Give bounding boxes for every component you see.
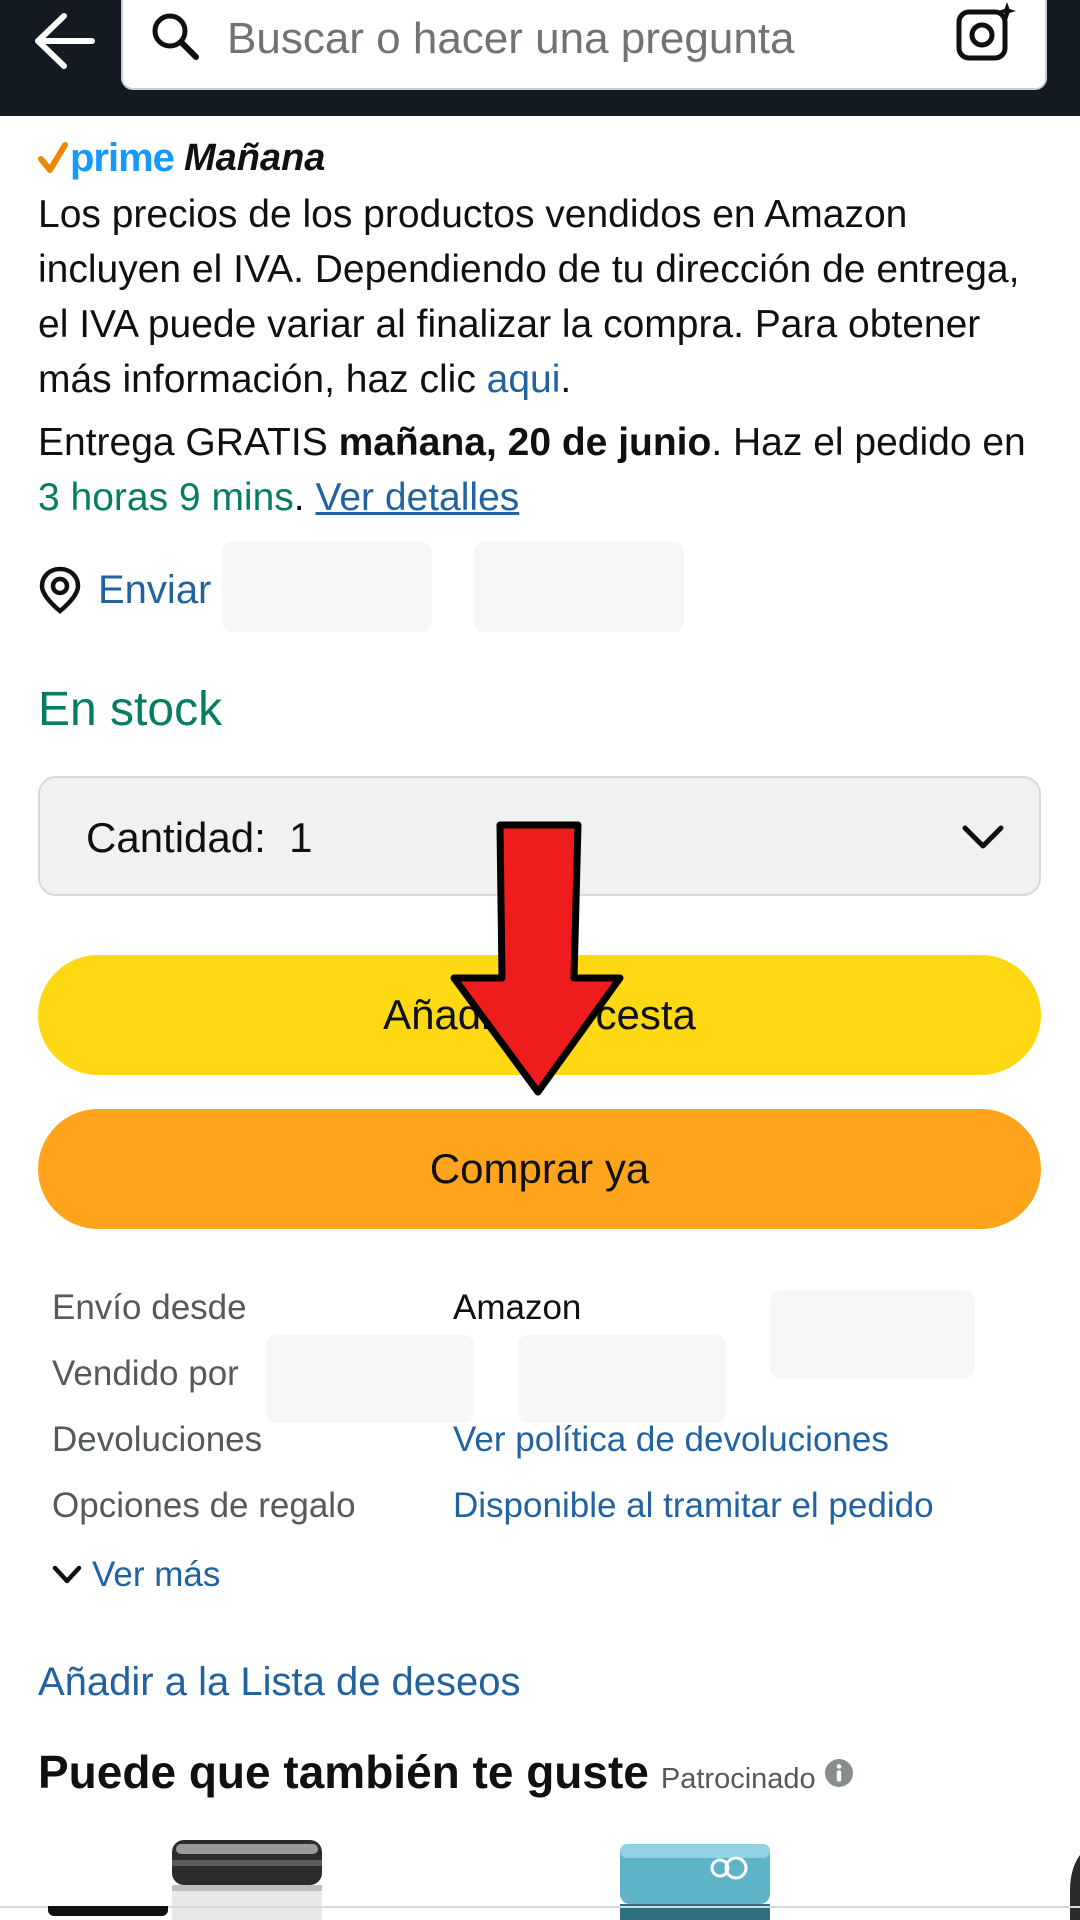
ships-from-value: Amazon	[453, 1288, 582, 1327]
delivery-date: mañana, 20 de junio	[338, 421, 712, 464]
returns-label: Devoluciones	[52, 1420, 263, 1459]
prime-logo-text: prime	[70, 135, 175, 180]
chevron-down-icon	[962, 825, 1004, 849]
chevron-down-icon	[52, 1565, 82, 1584]
search-placeholder[interactable]: Buscar o hacer una pregunta	[227, 14, 795, 64]
returns-policy-link[interactable]: Ver política de devoluciones	[453, 1420, 889, 1460]
suggestions-title: Puede que también te guste	[38, 1746, 649, 1798]
delivery-sep: .	[293, 476, 316, 519]
vat-notice-end: .	[560, 358, 572, 401]
search-bar[interactable]: Buscar o hacer una pregunta	[121, 0, 1047, 90]
delivery-details-link[interactable]: Ver detalles	[315, 476, 519, 519]
bottom-indicator	[48, 1906, 168, 1916]
buy-now-button[interactable]: Comprar ya	[38, 1109, 1041, 1229]
location-pin-icon	[39, 566, 81, 614]
top-header: Buscar o hacer una pregunta	[0, 0, 1080, 116]
redacted-address-part-2	[474, 542, 684, 632]
quantity-selector[interactable]: Cantidad: 1	[38, 776, 1041, 896]
ships-from-label: Envío desde	[52, 1288, 247, 1327]
redacted-ships-from-extra	[770, 1290, 975, 1378]
see-more-label[interactable]: Ver más	[92, 1555, 220, 1595]
gift-options-link[interactable]: Disponible al tramitar el pedido	[453, 1486, 934, 1526]
ship-to-location[interactable]: Enviar	[38, 560, 211, 620]
vat-info-link[interactable]: aqui	[487, 358, 561, 401]
redacted-seller-part-2	[518, 1335, 726, 1423]
prime-check-icon	[38, 142, 68, 173]
suggestions-header: Puede que también te guste Patrocinado	[38, 1745, 854, 1799]
back-arrow-icon[interactable]	[30, 8, 100, 74]
add-to-wishlist-link[interactable]: Añadir a la Lista de deseos	[38, 1660, 521, 1705]
quantity-value: 1	[289, 814, 313, 861]
redacted-address-part-1	[222, 542, 432, 632]
prime-delivery-badge: prime Mañana	[38, 133, 325, 183]
delivery-middle: . Haz el pedido en	[711, 421, 1026, 464]
see-more-toggle[interactable]: Ver más	[52, 1555, 220, 1595]
stock-status: En stock	[38, 683, 223, 736]
redacted-seller-part-1	[266, 1335, 474, 1423]
delivery-info: Entrega GRATIS mañana, 20 de junio. Haz …	[38, 415, 1048, 525]
quantity-label: Cantidad: 1	[86, 814, 313, 861]
gift-options-label: Opciones de regalo	[52, 1486, 356, 1525]
delivery-prefix: Entrega GRATIS	[38, 421, 339, 464]
camera-lens-icon[interactable]	[953, 0, 1019, 66]
add-to-cart-button[interactable]: Añadir a la cesta	[38, 955, 1041, 1075]
search-icon	[152, 13, 199, 60]
info-icon[interactable]	[824, 1758, 854, 1788]
prime-delivery-day: Mañana	[183, 136, 326, 179]
vat-notice: Los precios de los productos vendidos en…	[38, 187, 1048, 407]
sold-by-label: Vendido por	[52, 1354, 239, 1393]
order-countdown: 3 horas 9 mins	[38, 476, 294, 519]
ship-to-label[interactable]: Enviar	[98, 568, 211, 613]
sponsored-label: Patrocinado	[660, 1763, 816, 1795]
